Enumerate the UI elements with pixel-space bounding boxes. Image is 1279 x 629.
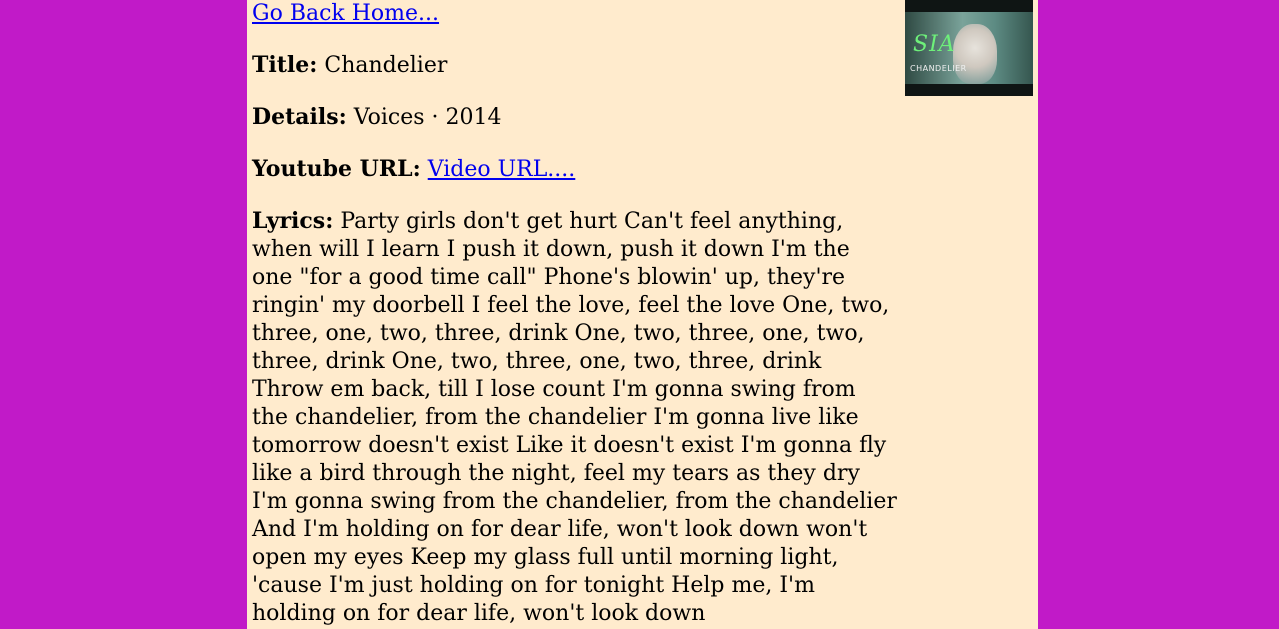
thumbnail-logo: SIA [913, 32, 956, 57]
youtube-row: Youtube URL: Video URL.... [252, 155, 897, 184]
details-row: Details: Voices · 2014 [252, 103, 897, 132]
lyrics-row: Lyrics: Party girls don't get hurt Can't… [252, 207, 897, 628]
lyrics-text: Party girls don't get hurt Can't feel an… [252, 209, 897, 626]
thumbnail-image: SIA CHANDELIER [905, 12, 1033, 84]
back-home-link[interactable]: Go Back Home... [252, 1, 439, 26]
title-row: Title: Chandelier [252, 51, 897, 80]
back-home-row: Go Back Home... [252, 0, 897, 28]
youtube-video-link[interactable]: Video URL.... [428, 157, 576, 182]
song-details: Go Back Home... Title: Chandelier Detail… [252, 0, 897, 629]
details-label: Details: [252, 104, 347, 130]
artist-portrait [953, 24, 997, 84]
title-value: Chandelier [324, 53, 448, 78]
details-value: Voices · 2014 [353, 105, 502, 130]
thumbnail-caption: CHANDELIER [910, 64, 967, 73]
content-panel: Go Back Home... Title: Chandelier Detail… [247, 0, 1038, 629]
title-label: Title: [252, 52, 318, 78]
youtube-label: Youtube URL: [252, 156, 421, 182]
lyrics-label: Lyrics: [252, 208, 334, 234]
album-thumbnail: SIA CHANDELIER [905, 0, 1033, 96]
